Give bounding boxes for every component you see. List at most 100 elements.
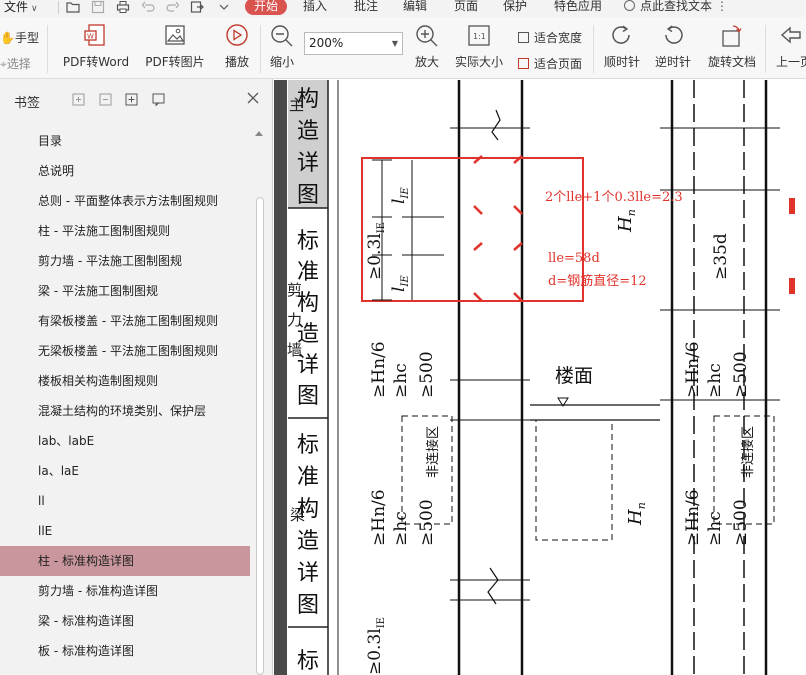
fit-page-button[interactable]: 适合页面 xyxy=(518,55,582,73)
zoom-level-select[interactable]: 200% ▼ xyxy=(304,32,403,55)
scrollbar-thumb[interactable] xyxy=(256,197,264,675)
zoom-level-value: 200% xyxy=(309,36,344,50)
bookmark-item[interactable]: ll xyxy=(0,486,250,516)
ribbon-divider xyxy=(765,25,766,73)
redo-icon[interactable] xyxy=(166,0,180,14)
hn6-label-lower: ≥Hn/6 xyxy=(369,489,389,546)
bookmark-item[interactable]: 目录 xyxy=(0,126,250,156)
hn6-label: ≥Hn/6 xyxy=(369,341,389,398)
bookmark-item[interactable]: la、laE xyxy=(0,456,250,486)
tab-protect[interactable]: 保护 xyxy=(503,0,527,15)
lap-label-3-sub: IE xyxy=(400,275,411,288)
bookmark-item[interactable]: 有梁板楼盖 - 平法施工图制图规则 xyxy=(0,306,250,336)
fit-width-icon xyxy=(518,32,529,43)
side-title-char: 详 xyxy=(297,151,319,176)
side-title-char: 详 xyxy=(297,561,319,586)
bookmark-item[interactable]: llE xyxy=(0,516,250,546)
undo-icon[interactable] xyxy=(141,0,155,14)
export-icon[interactable] xyxy=(190,0,204,14)
zoom-out-label: 缩小 xyxy=(269,55,294,69)
tab-special-apps[interactable]: 特色应用 xyxy=(554,0,602,15)
lap-label-bottom-sub: IE xyxy=(376,617,387,628)
print-icon[interactable] xyxy=(116,0,130,14)
min-500-label-right-lower: ≥500 xyxy=(731,499,751,546)
rotate-counterclockwise-label: 逆时针 xyxy=(654,55,691,69)
document-view[interactable]: 主 剪 力 墙 梁 构 造 详 图 标 准 构 造 详 图 标 准 构 造 详 … xyxy=(274,80,806,675)
bookmark-item[interactable]: 总则 - 平面整体表示方法制图规则 xyxy=(0,186,250,216)
lap-label-bottom-text: ≥0.3l xyxy=(365,628,385,675)
search-box[interactable]: 点此查找文本 ⋮ xyxy=(624,0,728,15)
fit-width-button[interactable]: 适合宽度 xyxy=(518,29,582,47)
close-icon[interactable] xyxy=(246,91,260,105)
file-menu-label: 文件 xyxy=(4,0,29,14)
hn-label-lower: Hn xyxy=(625,502,648,526)
fit-page-label: 适合页面 xyxy=(534,57,583,71)
tab-page[interactable]: 页面 xyxy=(454,0,478,15)
zoom-out-button[interactable]: 缩小 xyxy=(265,23,299,70)
rotate-counterclockwise-button[interactable]: 逆时针 xyxy=(653,23,693,70)
hc-label-right: ≥hc xyxy=(705,363,725,398)
bookmark-item[interactable]: 无梁板楼盖 - 平法施工图制图规则 xyxy=(0,336,250,366)
side-title-char: 构 xyxy=(297,291,319,316)
hand-tool-button[interactable]: ✋手型 xyxy=(0,29,39,47)
chevron-down-icon: ▼ xyxy=(391,39,398,48)
customize-toolbar-icon[interactable] xyxy=(217,0,231,14)
hc-label-right-lower: ≥hc xyxy=(705,511,725,546)
expand-bookmarks-icon[interactable] xyxy=(72,93,85,106)
column-1-rebars xyxy=(450,80,530,675)
hn-label-lower-sub: n xyxy=(635,502,648,509)
side-title-char: 准 xyxy=(297,260,319,285)
rotate-clockwise-label: 顺时针 xyxy=(603,55,640,69)
more-icon[interactable]: ⋮ xyxy=(716,0,728,13)
pdf-to-image-button[interactable]: PDF转图片 xyxy=(143,23,207,70)
min-500-label-lower: ≥500 xyxy=(417,499,437,546)
side-title-char: 标 xyxy=(297,433,319,458)
zoom-in-button[interactable]: 放大 xyxy=(410,23,444,70)
bookmark-item[interactable]: 梁 - 标准构造详图 xyxy=(0,606,250,636)
bookmark-item[interactable]: lab、labE xyxy=(0,426,250,456)
bookmark-item[interactable]: 楼板相关构造制图规则 xyxy=(0,366,250,396)
actual-size-button[interactable]: 1:1 实际大小 xyxy=(451,23,507,70)
select-tool-button[interactable]: ⌖选择 xyxy=(0,55,31,73)
rotate-document-button[interactable]: 旋转文档 xyxy=(705,23,759,70)
bookmark-item[interactable]: 梁 - 平法施工图制图规 xyxy=(0,276,250,306)
bookmark-item[interactable]: 柱 - 平法施工图制图规则 xyxy=(0,216,250,246)
annotation-lle: lle=58d xyxy=(548,251,600,266)
play-button[interactable]: 播放 xyxy=(218,23,256,70)
cursor-icon: ⌖ xyxy=(0,57,7,71)
open-folder-icon[interactable] xyxy=(66,0,80,14)
annotation-diameter: d=钢筋直径=12 xyxy=(548,274,647,289)
scroll-up-arrow-icon[interactable] xyxy=(255,131,263,136)
hn-label-sub: n xyxy=(625,209,638,216)
previous-page-button[interactable]: 上一页 xyxy=(776,23,806,70)
lap-label-bottom: ≥0.3lIE xyxy=(365,617,387,675)
play-label: 播放 xyxy=(224,55,249,69)
file-menu[interactable]: 文件 ∨ xyxy=(4,0,38,17)
tab-edit[interactable]: 编辑 xyxy=(403,0,427,15)
bookmark-item[interactable]: 混凝土结构的环境类别、保护层 xyxy=(0,396,250,426)
rotate-clockwise-icon xyxy=(612,25,630,44)
min-500-label-right: ≥500 xyxy=(731,351,751,398)
ribbon-divider xyxy=(260,25,261,73)
side-title-char: 造 xyxy=(297,119,319,144)
side-title-char: 造 xyxy=(297,322,319,347)
bookmark-item[interactable]: 剪力墙 - 标准构造详图 xyxy=(0,576,250,606)
tab-insert[interactable]: 插入 xyxy=(303,0,327,15)
svg-text:1:1: 1:1 xyxy=(473,32,486,41)
min-500-label: ≥500 xyxy=(417,351,437,398)
bookmark-item[interactable]: 板 - 标准构造详图 xyxy=(0,636,250,666)
collapse-bookmarks-icon[interactable] xyxy=(99,93,112,106)
add-bookmark-icon[interactable] xyxy=(125,93,138,106)
tab-home[interactable]: 开始 xyxy=(245,0,287,15)
actual-size-label: 实际大小 xyxy=(454,55,503,69)
bookmark-item[interactable]: 总说明 xyxy=(0,156,250,186)
tab-annotate[interactable]: 批注 xyxy=(354,0,378,15)
bookmark-properties-icon[interactable] xyxy=(152,93,165,106)
lap-label-2-sub: IE xyxy=(400,187,411,200)
save-icon[interactable] xyxy=(91,0,105,14)
rotate-clockwise-button[interactable]: 顺时针 xyxy=(602,23,642,70)
pdf-to-word-button[interactable]: W PDF转Word xyxy=(60,23,132,70)
side-title-char: 图 xyxy=(297,183,319,208)
bookmark-item[interactable]: 剪力墙 - 平法施工图制图规 xyxy=(0,246,250,276)
bookmark-item[interactable]: 柱 - 标准构造详图 xyxy=(0,546,250,576)
